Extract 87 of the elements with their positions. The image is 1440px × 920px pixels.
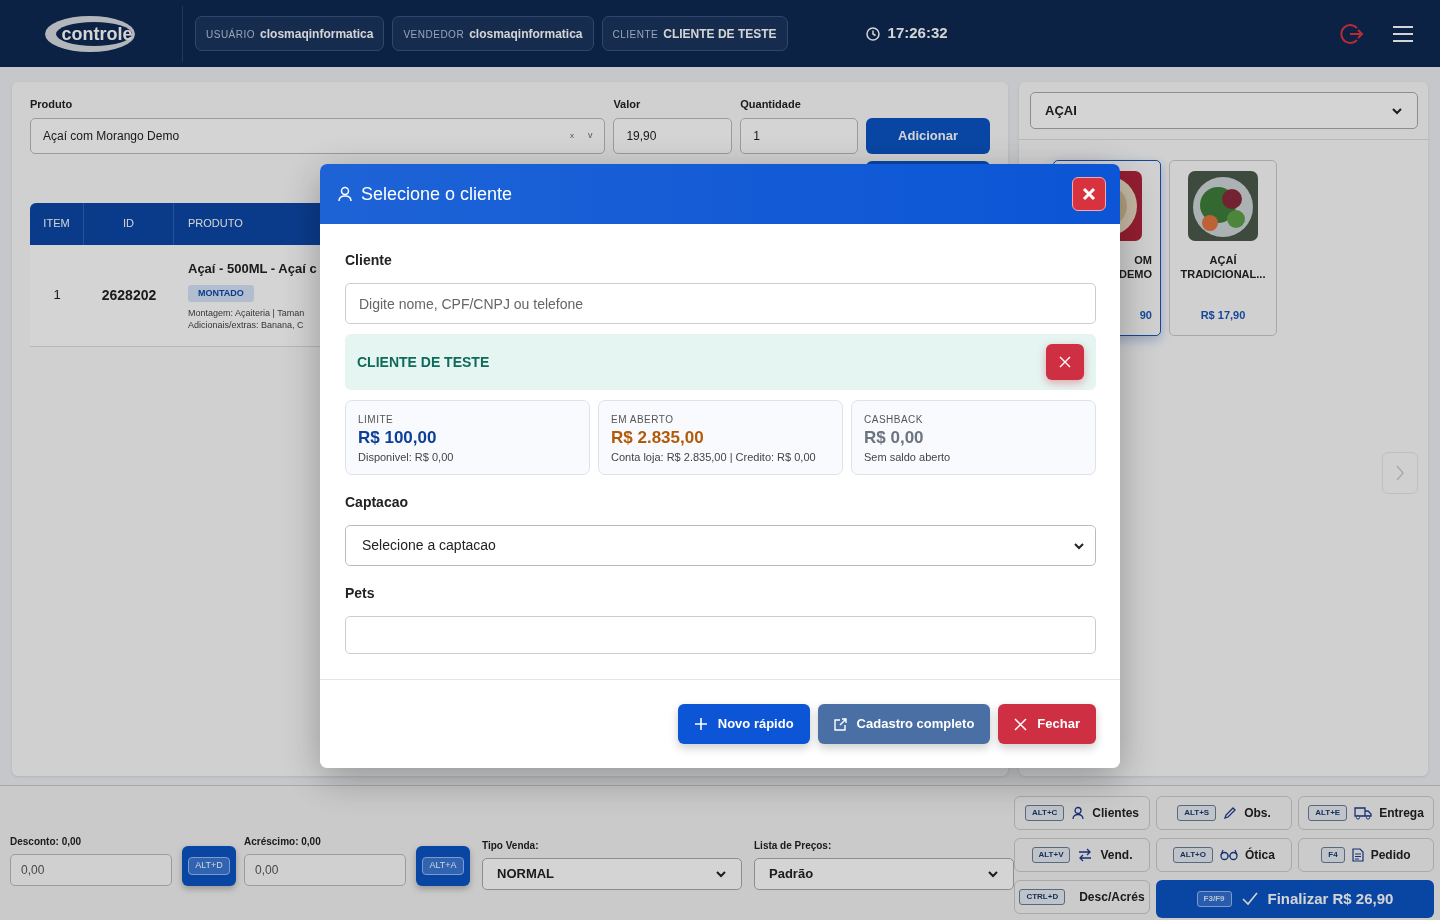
- table-cell: 2628202: [101, 286, 157, 303]
- stat-note: Disponivel: R$ 0,00: [358, 450, 455, 466]
- product-title: OM DEMO: [1118, 253, 1153, 283]
- stat-label: CASHBACK: [864, 413, 924, 427]
- close-icon: [1014, 717, 1028, 731]
- sale-type-select[interactable]: NORMAL: [482, 858, 742, 890]
- field-label: Acréscimo: 0,00: [244, 835, 322, 849]
- product-detail: Adicionais/extras: Banana, C: [188, 319, 305, 331]
- action-button[interactable]: ALT+V Vend.: [1014, 838, 1150, 872]
- column-header: ITEM: [30, 202, 84, 245]
- clock-icon: [865, 26, 880, 41]
- product-title: AÇAÍ TRADICIONAL...: [1179, 253, 1267, 283]
- stat-label: LIMITE: [358, 413, 395, 427]
- stat-value: R$ 2.835,00: [611, 427, 705, 449]
- shortcut-button[interactable]: ALT+D: [182, 846, 236, 886]
- product-select[interactable]: Açaí com Morango Demo x v: [30, 117, 606, 154]
- action-button[interactable]: Novo rápido: [677, 704, 810, 744]
- discount-field[interactable]: 0,00: [10, 854, 172, 886]
- status-badge: MONTADO: [188, 284, 254, 303]
- person-icon: [1071, 806, 1086, 820]
- table-cell: 1: [53, 287, 61, 303]
- close-icon: [1082, 187, 1096, 201]
- field-label: Quantidade: [740, 97, 802, 112]
- action-button[interactable]: F4 Pedido: [1298, 838, 1434, 872]
- external-link-icon: [833, 717, 847, 731]
- stat-note: Conta loja: R$ 2.835,00 | Credito: R$ 0,00: [611, 450, 817, 466]
- add-button[interactable]: Adicionar: [866, 117, 990, 154]
- remove-button[interactable]: [1046, 344, 1084, 380]
- close-button[interactable]: Fechar: [998, 704, 1096, 744]
- client-search-field[interactable]: Digite nome, CPF/CNPJ ou telefone: [345, 283, 1096, 324]
- price-list-select[interactable]: Padrão: [754, 858, 1014, 890]
- quantity-field[interactable]: 1: [740, 117, 859, 154]
- product-price: R$ 17,90: [1199, 308, 1247, 323]
- logo: controle: [42, 13, 138, 54]
- product-name: Açaí - 500ML - Açaí c: [188, 260, 317, 279]
- category-select[interactable]: AÇAI: [1030, 92, 1418, 129]
- person-icon: [338, 186, 352, 202]
- clock-time: 17:26:32: [887, 23, 948, 44]
- product-card[interactable]: AÇAÍ TRADICIONAL... R$ 17,90: [1169, 160, 1277, 336]
- product-detail: Montagem: Açaiteria | Taman: [188, 308, 306, 320]
- action-button[interactable]: ALT+E Entrega: [1298, 796, 1434, 830]
- price-field[interactable]: 19,90: [613, 117, 733, 154]
- source-select[interactable]: Selecione a captacao: [345, 525, 1096, 566]
- shortcut-button[interactable]: ALT+A: [416, 846, 470, 886]
- product-value: Açaí com Morango Demo: [43, 127, 180, 145]
- column-header: ID: [84, 202, 174, 245]
- action-button[interactable]: Cadastro completo: [817, 704, 991, 744]
- logout-icon[interactable]: [1340, 21, 1364, 46]
- action-button[interactable]: ALT+O Ótica: [1156, 838, 1292, 872]
- chevron-right-icon: [1395, 465, 1405, 481]
- chevron-down-icon: [715, 868, 727, 880]
- stat-label: EM ABERTO: [611, 413, 675, 427]
- plus-icon: [693, 717, 708, 731]
- glasses-icon: [1219, 849, 1238, 861]
- field-label: Valor: [613, 97, 642, 112]
- truck-icon: [1354, 806, 1373, 820]
- action-button[interactable]: ALT+S Obs.: [1156, 796, 1292, 830]
- stat-note: Sem saldo aberto: [864, 450, 952, 466]
- clear-icon[interactable]: x: [569, 129, 574, 142]
- action-button[interactable]: CTRL+D Desc/Acrés: [1014, 880, 1150, 914]
- field-label: Produto: [30, 97, 74, 112]
- action-button[interactable]: ALT+C Clientes: [1014, 796, 1150, 830]
- chevron-down-icon: [987, 868, 999, 880]
- document-icon: [1351, 848, 1364, 862]
- info-chip: VENDEDOR closmaqinformatica: [392, 15, 594, 52]
- surcharge-field[interactable]: 0,00: [244, 854, 406, 886]
- swap-arrows-icon: [1077, 848, 1094, 862]
- field-label: Desconto: 0,00: [10, 835, 83, 849]
- field-label: Tipo Venda:: [482, 839, 540, 853]
- field-label: Lista de Preços:: [754, 839, 833, 853]
- close-button[interactable]: [1072, 177, 1106, 211]
- stat-value: R$ 0,00: [864, 427, 925, 449]
- caret-icon: v: [587, 128, 593, 143]
- field-label: Cliente: [345, 251, 393, 270]
- field-label: Pets: [345, 584, 376, 603]
- product-price: 90: [1138, 308, 1153, 323]
- client-name: CLIENTE DE TESTE: [357, 352, 490, 372]
- pets-field[interactable]: [345, 616, 1096, 654]
- field-label: Captacao: [345, 493, 410, 512]
- finalize-button[interactable]: F3/F9 Finalizar R$ 26,90: [1156, 880, 1434, 918]
- check-icon: [1241, 892, 1258, 906]
- stat-value: R$ 100,00: [358, 427, 438, 449]
- pencil-icon: [1223, 806, 1238, 820]
- menu-icon[interactable]: [1392, 24, 1414, 43]
- close-icon: [1059, 356, 1071, 368]
- info-chip: CLIENTE CLIENTE DE TESTE: [601, 15, 788, 52]
- info-chip: USUÁRIO closmaqinformatica: [195, 15, 385, 52]
